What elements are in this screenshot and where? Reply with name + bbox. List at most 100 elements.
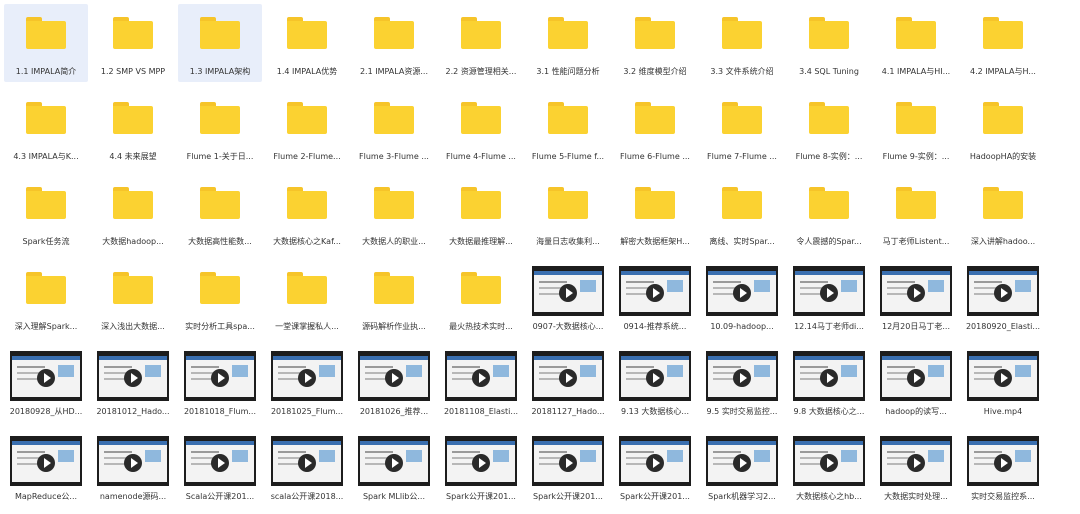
folder-item[interactable]: Flume 6-Flume ...	[613, 89, 697, 167]
folder-item[interactable]: Flume 2-Flume...	[265, 89, 349, 167]
folder-item[interactable]: 一堂课掌握私人...	[265, 259, 349, 337]
video-file-item[interactable]: 20180928_从HD...	[4, 344, 88, 422]
folder-item[interactable]: 海量日志收集利...	[526, 174, 610, 252]
folder-item[interactable]: 马丁老师Listent...	[874, 174, 958, 252]
folder-icon	[200, 187, 240, 219]
folder-item[interactable]: 1.2 SMP VS MPP	[91, 4, 175, 82]
folder-item[interactable]: 实时分析工具spa...	[178, 259, 262, 337]
folder-item[interactable]: 1.4 IMPALA优势	[265, 4, 349, 82]
folder-item[interactable]: Flume 8-实例：...	[787, 89, 871, 167]
video-file-item[interactable]: 9.13 大数据核心...	[613, 344, 697, 422]
folder-item[interactable]: 3.1 性能问题分析	[526, 4, 610, 82]
item-thumbnail	[700, 259, 784, 317]
folder-item[interactable]: 4.3 IMPALA与K...	[4, 89, 88, 167]
video-file-item[interactable]: 20181108_Elasti...	[439, 344, 523, 422]
item-label: Spark任务流	[22, 237, 70, 246]
play-icon	[820, 369, 838, 387]
item-label: namenode源码...	[99, 492, 167, 501]
item-thumbnail	[961, 4, 1045, 62]
video-file-item[interactable]: 9.5 实时交易监控...	[700, 344, 784, 422]
folder-item[interactable]: Flume 5-Flume f...	[526, 89, 610, 167]
video-file-item[interactable]: 10.09-hadoop...	[700, 259, 784, 337]
item-thumbnail	[961, 259, 1045, 317]
video-file-item[interactable]: Hive.mp4	[961, 344, 1045, 422]
item-thumbnail	[178, 4, 262, 62]
play-icon	[298, 369, 316, 387]
folder-icon	[374, 272, 414, 304]
item-thumbnail	[526, 89, 610, 147]
video-file-item[interactable]: 9.8 大数据核心之...	[787, 344, 871, 422]
folder-item[interactable]: Flume 7-Flume ...	[700, 89, 784, 167]
folder-item[interactable]: Flume 9-实例：...	[874, 89, 958, 167]
video-file-item[interactable]: 12.14马丁老师di...	[787, 259, 871, 337]
folder-item[interactable]: 1.1 IMPALA简介	[4, 4, 88, 82]
play-icon	[994, 284, 1012, 302]
video-file-item[interactable]: 20181026_推荐...	[352, 344, 436, 422]
folder-item[interactable]: 大数据最推理解...	[439, 174, 523, 252]
folder-item[interactable]: Flume 3-Flume ...	[352, 89, 436, 167]
folder-item[interactable]: 离线、实时Spar...	[700, 174, 784, 252]
folder-item[interactable]: 深入理解Spark...	[4, 259, 88, 337]
video-thumbnail	[271, 351, 343, 401]
folder-item[interactable]: Spark任务流	[4, 174, 88, 252]
folder-item[interactable]: 大数据高性能数...	[178, 174, 262, 252]
folder-item[interactable]: 4.1 IMPALA与HI...	[874, 4, 958, 82]
item-label: 实时交易监控系...	[971, 492, 1035, 501]
folder-icon	[287, 17, 327, 49]
item-label: MapReduce公...	[14, 492, 78, 501]
folder-item[interactable]: 2.2 资源管理相关...	[439, 4, 523, 82]
video-file-item[interactable]: Spark公开课201...	[526, 429, 610, 507]
folder-item[interactable]: 大数据hadoop...	[91, 174, 175, 252]
item-thumbnail	[178, 174, 262, 232]
video-file-item[interactable]: Spark公开课201...	[613, 429, 697, 507]
play-icon	[994, 454, 1012, 472]
item-thumbnail	[874, 429, 958, 487]
folder-item[interactable]: 深入浅出大数据...	[91, 259, 175, 337]
folder-item[interactable]: 4.4 未来展望	[91, 89, 175, 167]
video-file-item[interactable]: 20181018_Flum...	[178, 344, 262, 422]
folder-item[interactable]: 源码解析作业执...	[352, 259, 436, 337]
video-file-item[interactable]: 大数据实时处理...	[874, 429, 958, 507]
video-file-item[interactable]: 20181127_Hado...	[526, 344, 610, 422]
folder-icon	[809, 102, 849, 134]
video-file-item[interactable]: scala公开课2018...	[265, 429, 349, 507]
play-icon	[124, 454, 142, 472]
play-icon	[472, 454, 490, 472]
folder-item[interactable]: HadoopHA的安装	[961, 89, 1045, 167]
folder-item[interactable]: 令人震撼的Spar...	[787, 174, 871, 252]
folder-item[interactable]: Flume 4-Flume ...	[439, 89, 523, 167]
folder-item[interactable]: 大数据人的职业...	[352, 174, 436, 252]
video-file-item[interactable]: MapReduce公...	[4, 429, 88, 507]
folder-item[interactable]: 3.2 维度模型介绍	[613, 4, 697, 82]
video-file-item[interactable]: 20181025_Flum...	[265, 344, 349, 422]
item-label: Flume 2-Flume...	[273, 152, 341, 161]
video-file-item[interactable]: 大数据核心之hb...	[787, 429, 871, 507]
folder-item[interactable]: 4.2 IMPALA与H...	[961, 4, 1045, 82]
video-file-item[interactable]: hadoop的读写...	[874, 344, 958, 422]
video-file-item[interactable]: Spark公开课201...	[439, 429, 523, 507]
folder-item[interactable]: 解密大数据框架H...	[613, 174, 697, 252]
video-file-item[interactable]: namenode源码...	[91, 429, 175, 507]
video-file-item[interactable]: 20180920_Elasti...	[961, 259, 1045, 337]
folder-item[interactable]: Flume 1-关于日...	[178, 89, 262, 167]
folder-item[interactable]: 3.3 文件系统介绍	[700, 4, 784, 82]
folder-item[interactable]: 最火热技术实时...	[439, 259, 523, 337]
folder-item[interactable]: 3.4 SQL Tuning	[787, 4, 871, 82]
item-label: 4.4 未来展望	[109, 152, 157, 161]
video-file-item[interactable]: 0907-大数据核心...	[526, 259, 610, 337]
video-file-item[interactable]: Spark MLlib公...	[352, 429, 436, 507]
video-file-item[interactable]: 0914-推荐系统...	[613, 259, 697, 337]
video-file-item[interactable]: Scala公开课201...	[178, 429, 262, 507]
folder-item[interactable]: 2.1 IMPALA资源...	[352, 4, 436, 82]
video-file-item[interactable]: 实时交易监控系...	[961, 429, 1045, 507]
item-thumbnail	[787, 344, 871, 402]
video-file-item[interactable]: 12月20日马丁老...	[874, 259, 958, 337]
video-file-item[interactable]: 20181012_Hado...	[91, 344, 175, 422]
item-thumbnail	[439, 259, 523, 317]
folder-item[interactable]: 深入讲解hadoo...	[961, 174, 1045, 252]
item-label: Flume 1-关于日...	[186, 152, 254, 161]
folder-item[interactable]: 大数据核心之Kaf...	[265, 174, 349, 252]
video-file-item[interactable]: Spark机器学习2...	[700, 429, 784, 507]
play-icon	[211, 454, 229, 472]
folder-item[interactable]: 1.3 IMPALA架构	[178, 4, 262, 82]
